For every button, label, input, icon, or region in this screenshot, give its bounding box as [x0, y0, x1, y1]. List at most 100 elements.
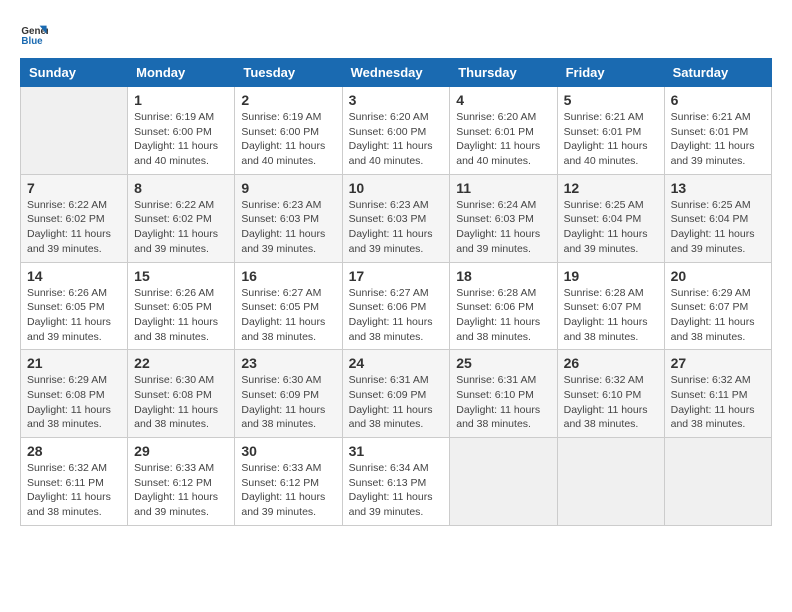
day-number: 11	[456, 180, 550, 196]
day-number: 29	[134, 443, 228, 459]
day-number: 4	[456, 92, 550, 108]
calendar-cell: 13 Sunrise: 6:25 AM Sunset: 6:04 PM Dayli…	[664, 174, 771, 262]
page-header: General Blue	[20, 20, 772, 48]
calendar-cell: 14 Sunrise: 6:26 AM Sunset: 6:05 PM Dayli…	[21, 262, 128, 350]
day-number: 12	[564, 180, 658, 196]
day-number: 6	[671, 92, 765, 108]
calendar-cell: 24 Sunrise: 6:31 AM Sunset: 6:09 PM Dayli…	[342, 350, 450, 438]
calendar-cell: 22Sunrise: 6:30 AM Sunset: 6:08 PM Dayli…	[128, 350, 235, 438]
day-number: 22	[134, 355, 228, 371]
day-number: 30	[241, 443, 335, 459]
day-info: Sunrise: 6:26 AM Sunset: 6:05 PM Dayligh…	[27, 286, 121, 345]
day-number: 28	[27, 443, 121, 459]
day-info: Sunrise: 6:27 AM Sunset: 6:06 PM Dayligh…	[349, 286, 444, 345]
calendar-cell: 28 Sunrise: 6:32 AM Sunset: 6:11 PM Dayli…	[21, 438, 128, 526]
day-info: Sunrise: 6:33 AM Sunset: 6:12 PM Dayligh…	[134, 461, 228, 520]
day-number: 13	[671, 180, 765, 196]
day-info: Sunrise: 6:25 AM Sunset: 6:04 PM Dayligh…	[671, 198, 765, 257]
logo-icon: General Blue	[20, 20, 48, 48]
day-info: Sunrise: 6:29 AM Sunset: 6:07 PM Dayligh…	[671, 286, 765, 345]
calendar-week-row: 1 Sunrise: 6:19 AM Sunset: 6:00 PM Daylig…	[21, 87, 772, 175]
day-number: 1	[134, 92, 228, 108]
day-info: Sunrise: 6:32 AM Sunset: 6:10 PM Dayligh…	[564, 373, 658, 432]
day-info: Sunrise: 6:30 AM Sunset: 6:09 PM Dayligh…	[241, 373, 335, 432]
day-header-tuesday: Tuesday	[235, 59, 342, 87]
day-number: 25	[456, 355, 550, 371]
day-info: Sunrise: 6:26 AM Sunset: 6:05 PM Dayligh…	[134, 286, 228, 345]
day-info: Sunrise: 6:19 AM Sunset: 6:00 PM Dayligh…	[134, 110, 228, 169]
calendar-cell: 26 Sunrise: 6:32 AM Sunset: 6:10 PM Dayli…	[557, 350, 664, 438]
calendar-cell: 12 Sunrise: 6:25 AM Sunset: 6:04 PM Dayli…	[557, 174, 664, 262]
day-number: 14	[27, 268, 121, 284]
day-number: 21	[27, 355, 121, 371]
day-header-friday: Friday	[557, 59, 664, 87]
day-info: Sunrise: 6:32 AM Sunset: 6:11 PM Dayligh…	[27, 461, 121, 520]
day-number: 18	[456, 268, 550, 284]
day-info: Sunrise: 6:34 AM Sunset: 6:13 PM Dayligh…	[349, 461, 444, 520]
day-number: 7	[27, 180, 121, 196]
calendar-cell: 3Sunrise: 6:20 AM Sunset: 6:00 PM Daylig…	[342, 87, 450, 175]
day-info: Sunrise: 6:23 AM Sunset: 6:03 PM Dayligh…	[349, 198, 444, 257]
calendar-cell: 10 Sunrise: 6:23 AM Sunset: 6:03 PM Dayli…	[342, 174, 450, 262]
calendar-cell: 6 Sunrise: 6:21 AM Sunset: 6:01 PM Daylig…	[664, 87, 771, 175]
svg-text:Blue: Blue	[21, 36, 43, 47]
day-header-saturday: Saturday	[664, 59, 771, 87]
day-number: 15	[134, 268, 228, 284]
day-number: 26	[564, 355, 658, 371]
day-header-sunday: Sunday	[21, 59, 128, 87]
day-info: Sunrise: 6:20 AM Sunset: 6:00 PM Dayligh…	[349, 110, 444, 169]
day-info: Sunrise: 6:33 AM Sunset: 6:12 PM Dayligh…	[241, 461, 335, 520]
day-header-thursday: Thursday	[450, 59, 557, 87]
calendar-cell: 27 Sunrise: 6:32 AM Sunset: 6:11 PM Dayli…	[664, 350, 771, 438]
calendar-cell: 21 Sunrise: 6:29 AM Sunset: 6:08 PM Dayli…	[21, 350, 128, 438]
day-info: Sunrise: 6:21 AM Sunset: 6:01 PM Dayligh…	[564, 110, 658, 169]
day-info: Sunrise: 6:22 AM Sunset: 6:02 PM Dayligh…	[27, 198, 121, 257]
day-info: Sunrise: 6:27 AM Sunset: 6:05 PM Dayligh…	[241, 286, 335, 345]
day-info: Sunrise: 6:25 AM Sunset: 6:04 PM Dayligh…	[564, 198, 658, 257]
day-info: Sunrise: 6:31 AM Sunset: 6:09 PM Dayligh…	[349, 373, 444, 432]
calendar-cell	[21, 87, 128, 175]
day-info: Sunrise: 6:24 AM Sunset: 6:03 PM Dayligh…	[456, 198, 550, 257]
day-info: Sunrise: 6:20 AM Sunset: 6:01 PM Dayligh…	[456, 110, 550, 169]
day-info: Sunrise: 6:23 AM Sunset: 6:03 PM Dayligh…	[241, 198, 335, 257]
calendar-cell: 5Sunrise: 6:21 AM Sunset: 6:01 PM Daylig…	[557, 87, 664, 175]
calendar-cell: 23Sunrise: 6:30 AM Sunset: 6:09 PM Dayli…	[235, 350, 342, 438]
calendar-cell	[664, 438, 771, 526]
calendar-cell	[450, 438, 557, 526]
day-number: 24	[349, 355, 444, 371]
calendar-week-row: 14 Sunrise: 6:26 AM Sunset: 6:05 PM Dayli…	[21, 262, 772, 350]
calendar-cell: 17 Sunrise: 6:27 AM Sunset: 6:06 PM Dayli…	[342, 262, 450, 350]
day-info: Sunrise: 6:22 AM Sunset: 6:02 PM Dayligh…	[134, 198, 228, 257]
calendar-cell: 18 Sunrise: 6:28 AM Sunset: 6:06 PM Dayli…	[450, 262, 557, 350]
day-number: 8	[134, 180, 228, 196]
day-number: 16	[241, 268, 335, 284]
calendar-cell: 1 Sunrise: 6:19 AM Sunset: 6:00 PM Daylig…	[128, 87, 235, 175]
calendar-cell: 19Sunrise: 6:28 AM Sunset: 6:07 PM Dayli…	[557, 262, 664, 350]
day-info: Sunrise: 6:29 AM Sunset: 6:08 PM Dayligh…	[27, 373, 121, 432]
day-number: 17	[349, 268, 444, 284]
day-number: 27	[671, 355, 765, 371]
day-number: 2	[241, 92, 335, 108]
calendar-table: SundayMondayTuesdayWednesdayThursdayFrid…	[20, 58, 772, 526]
day-header-monday: Monday	[128, 59, 235, 87]
calendar-header-row: SundayMondayTuesdayWednesdayThursdayFrid…	[21, 59, 772, 87]
day-header-wednesday: Wednesday	[342, 59, 450, 87]
day-number: 9	[241, 180, 335, 196]
calendar-week-row: 21 Sunrise: 6:29 AM Sunset: 6:08 PM Dayli…	[21, 350, 772, 438]
calendar-cell: 16 Sunrise: 6:27 AM Sunset: 6:05 PM Dayli…	[235, 262, 342, 350]
calendar-cell: 11 Sunrise: 6:24 AM Sunset: 6:03 PM Dayli…	[450, 174, 557, 262]
calendar-cell: 30 Sunrise: 6:33 AM Sunset: 6:12 PM Dayli…	[235, 438, 342, 526]
day-number: 10	[349, 180, 444, 196]
calendar-cell: 15 Sunrise: 6:26 AM Sunset: 6:05 PM Dayli…	[128, 262, 235, 350]
day-info: Sunrise: 6:21 AM Sunset: 6:01 PM Dayligh…	[671, 110, 765, 169]
day-info: Sunrise: 6:19 AM Sunset: 6:00 PM Dayligh…	[241, 110, 335, 169]
day-info: Sunrise: 6:31 AM Sunset: 6:10 PM Dayligh…	[456, 373, 550, 432]
calendar-cell: 20 Sunrise: 6:29 AM Sunset: 6:07 PM Dayli…	[664, 262, 771, 350]
day-number: 20	[671, 268, 765, 284]
day-info: Sunrise: 6:28 AM Sunset: 6:06 PM Dayligh…	[456, 286, 550, 345]
calendar-cell: 4 Sunrise: 6:20 AM Sunset: 6:01 PM Daylig…	[450, 87, 557, 175]
day-info: Sunrise: 6:32 AM Sunset: 6:11 PM Dayligh…	[671, 373, 765, 432]
day-info: Sunrise: 6:28 AM Sunset: 6:07 PM Dayligh…	[564, 286, 658, 345]
calendar-cell: 9 Sunrise: 6:23 AM Sunset: 6:03 PM Daylig…	[235, 174, 342, 262]
calendar-cell: 8 Sunrise: 6:22 AM Sunset: 6:02 PM Daylig…	[128, 174, 235, 262]
